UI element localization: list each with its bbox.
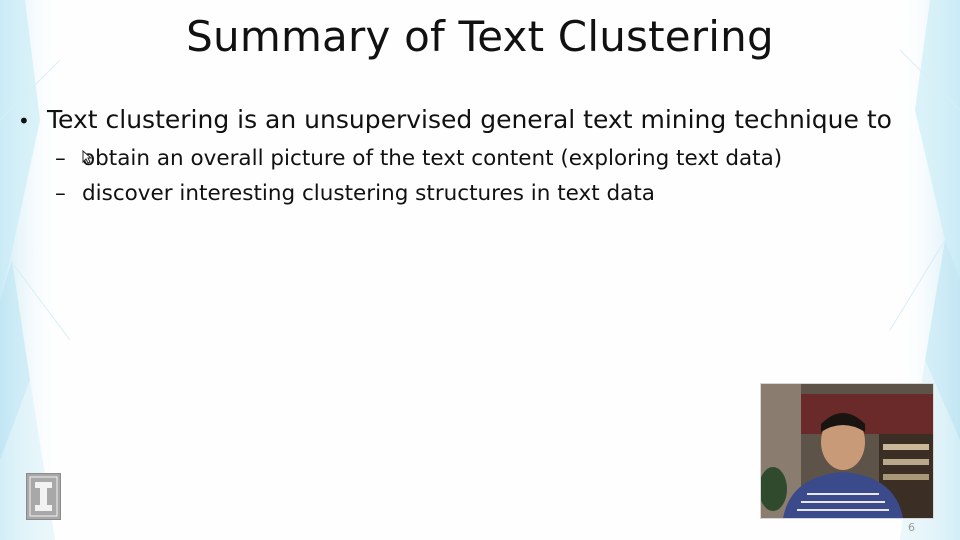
university-logo-icon <box>26 473 61 520</box>
sub-bullet-dash: – <box>55 181 66 206</box>
sub-bullet-item: – discover interesting clustering struct… <box>55 176 918 211</box>
bullet-dot: • <box>18 109 30 133</box>
bullet-list: • Text clustering is an unsupervised gen… <box>18 102 918 211</box>
main-bullet-text: Text clustering is an unsupervised gener… <box>47 105 892 134</box>
sub-bullet-dash: – <box>55 146 66 171</box>
sub-bullet-text: discover interesting clustering structur… <box>82 181 655 206</box>
sub-bullet-item: – obtain an overall picture of the text … <box>55 141 918 176</box>
page-number: 6 <box>908 521 915 534</box>
main-bullet: • Text clustering is an unsupervised gen… <box>18 102 918 139</box>
sub-bullet-text: obtain an overall picture of the text co… <box>82 146 783 171</box>
slide-title: Summary of Text Clustering <box>186 12 774 61</box>
sub-bullet-list: – obtain an overall picture of the text … <box>18 141 918 211</box>
mouse-cursor-icon <box>82 150 92 164</box>
presentation-slide: Summary of Text Clustering • Text cluste… <box>0 0 960 540</box>
presenter-video <box>760 383 934 519</box>
